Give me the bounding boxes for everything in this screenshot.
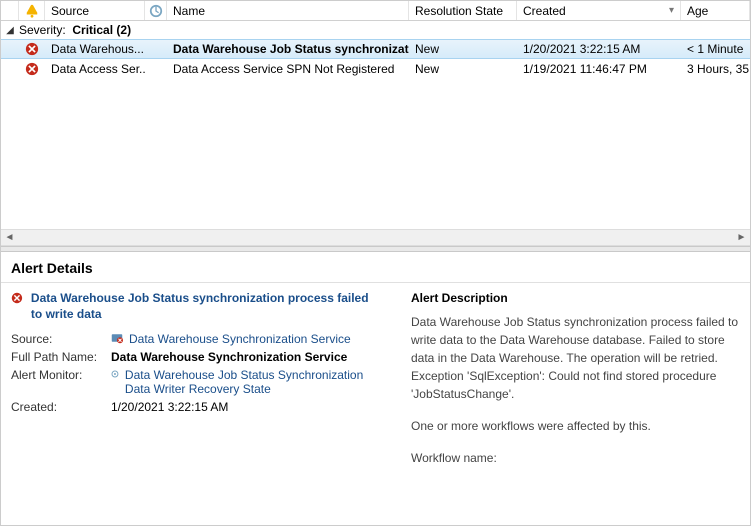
header-source[interactable]: Source <box>45 1 145 20</box>
alerts-grid: ◢ Severity: Critical (2) Data Warehous..… <box>1 21 750 229</box>
critical-icon <box>11 291 23 305</box>
collapse-icon[interactable]: ◢ <box>5 25 15 36</box>
description-heading: Alert Description <box>411 291 740 305</box>
details-description: Alert Description Data Warehouse Job Sta… <box>411 291 740 481</box>
header-age[interactable]: Age <box>681 1 750 20</box>
description-p3: One or more workflows were affected by t… <box>411 417 740 435</box>
value-created: 1/20/2021 3:22:15 AM <box>111 400 381 414</box>
details-pane: Alert Details Data Warehouse Job Status … <box>1 252 750 525</box>
table-row[interactable]: Data Access Ser... Data Access Service S… <box>1 59 750 79</box>
cell-name: Data Warehouse Job Status synchronizatio… <box>167 42 409 56</box>
link-monitor[interactable]: Data Warehouse Job Status Synchronizatio… <box>125 368 381 396</box>
header-severity-icon[interactable] <box>19 1 45 20</box>
description-p4: Workflow name: <box>411 449 740 467</box>
horizontal-scrollbar[interactable]: ◄ ► <box>1 229 750 246</box>
value-fullpath: Data Warehouse Synchronization Service <box>111 350 381 364</box>
description-p2: Exception 'SqlException': Could not find… <box>411 367 740 403</box>
cell-created: 1/19/2021 11:46:47 PM <box>517 62 681 76</box>
details-properties: Data Warehouse Job Status synchronizatio… <box>11 291 381 481</box>
details-pane-title: Alert Details <box>1 252 750 282</box>
group-count: (2) <box>116 23 131 37</box>
label-monitor: Alert Monitor: <box>11 368 111 382</box>
scroll-right-icon[interactable]: ► <box>733 230 750 245</box>
alert-title: Data Warehouse Job Status synchronizatio… <box>31 291 381 322</box>
cell-source: Data Access Ser... <box>45 62 145 76</box>
header-created[interactable]: Created ▾ <box>517 1 681 20</box>
link-source[interactable]: Data Warehouse Synchronization Service <box>129 332 351 346</box>
header-resolution[interactable]: Resolution State <box>409 1 517 20</box>
header-expander[interactable] <box>1 1 19 20</box>
group-row-critical[interactable]: ◢ Severity: Critical (2) <box>1 21 750 39</box>
description-p1: Data Warehouse Job Status synchronizatio… <box>411 313 740 367</box>
group-label: Severity: Critical (2) <box>19 23 131 37</box>
monitor-icon <box>111 368 119 380</box>
cell-age: 3 Hours, 35 Mi... <box>681 62 750 76</box>
group-value: Critical <box>72 23 113 37</box>
header-name[interactable]: Name <box>167 1 409 20</box>
cell-resolution: New <box>409 62 517 76</box>
header-created-label: Created <box>523 4 566 18</box>
label-created: Created: <box>11 400 111 414</box>
cell-resolution: New <box>409 42 517 56</box>
wrench-icon <box>149 4 163 18</box>
cell-name: Data Access Service SPN Not Registered <box>167 62 409 76</box>
critical-icon <box>25 62 39 76</box>
cell-age: < 1 Minute <box>681 42 750 56</box>
alert-bell-icon <box>25 4 39 18</box>
column-header-row: Source Name Resolution State Created ▾ A… <box>1 1 750 21</box>
sort-desc-icon: ▾ <box>669 5 674 16</box>
label-source: Source: <box>11 332 111 346</box>
header-maintenance-icon[interactable] <box>145 1 167 20</box>
cell-source: Data Warehous... <box>45 42 145 56</box>
scroll-left-icon[interactable]: ◄ <box>1 230 18 245</box>
cell-created: 1/20/2021 3:22:15 AM <box>517 42 681 56</box>
table-row[interactable]: Data Warehous... Data Warehouse Job Stat… <box>1 39 750 59</box>
scroll-track[interactable] <box>18 230 733 245</box>
divider <box>1 282 750 283</box>
critical-icon <box>25 42 39 56</box>
label-fullpath: Full Path Name: <box>11 350 111 364</box>
service-critical-icon <box>111 332 123 344</box>
group-prefix: Severity: <box>19 23 66 37</box>
